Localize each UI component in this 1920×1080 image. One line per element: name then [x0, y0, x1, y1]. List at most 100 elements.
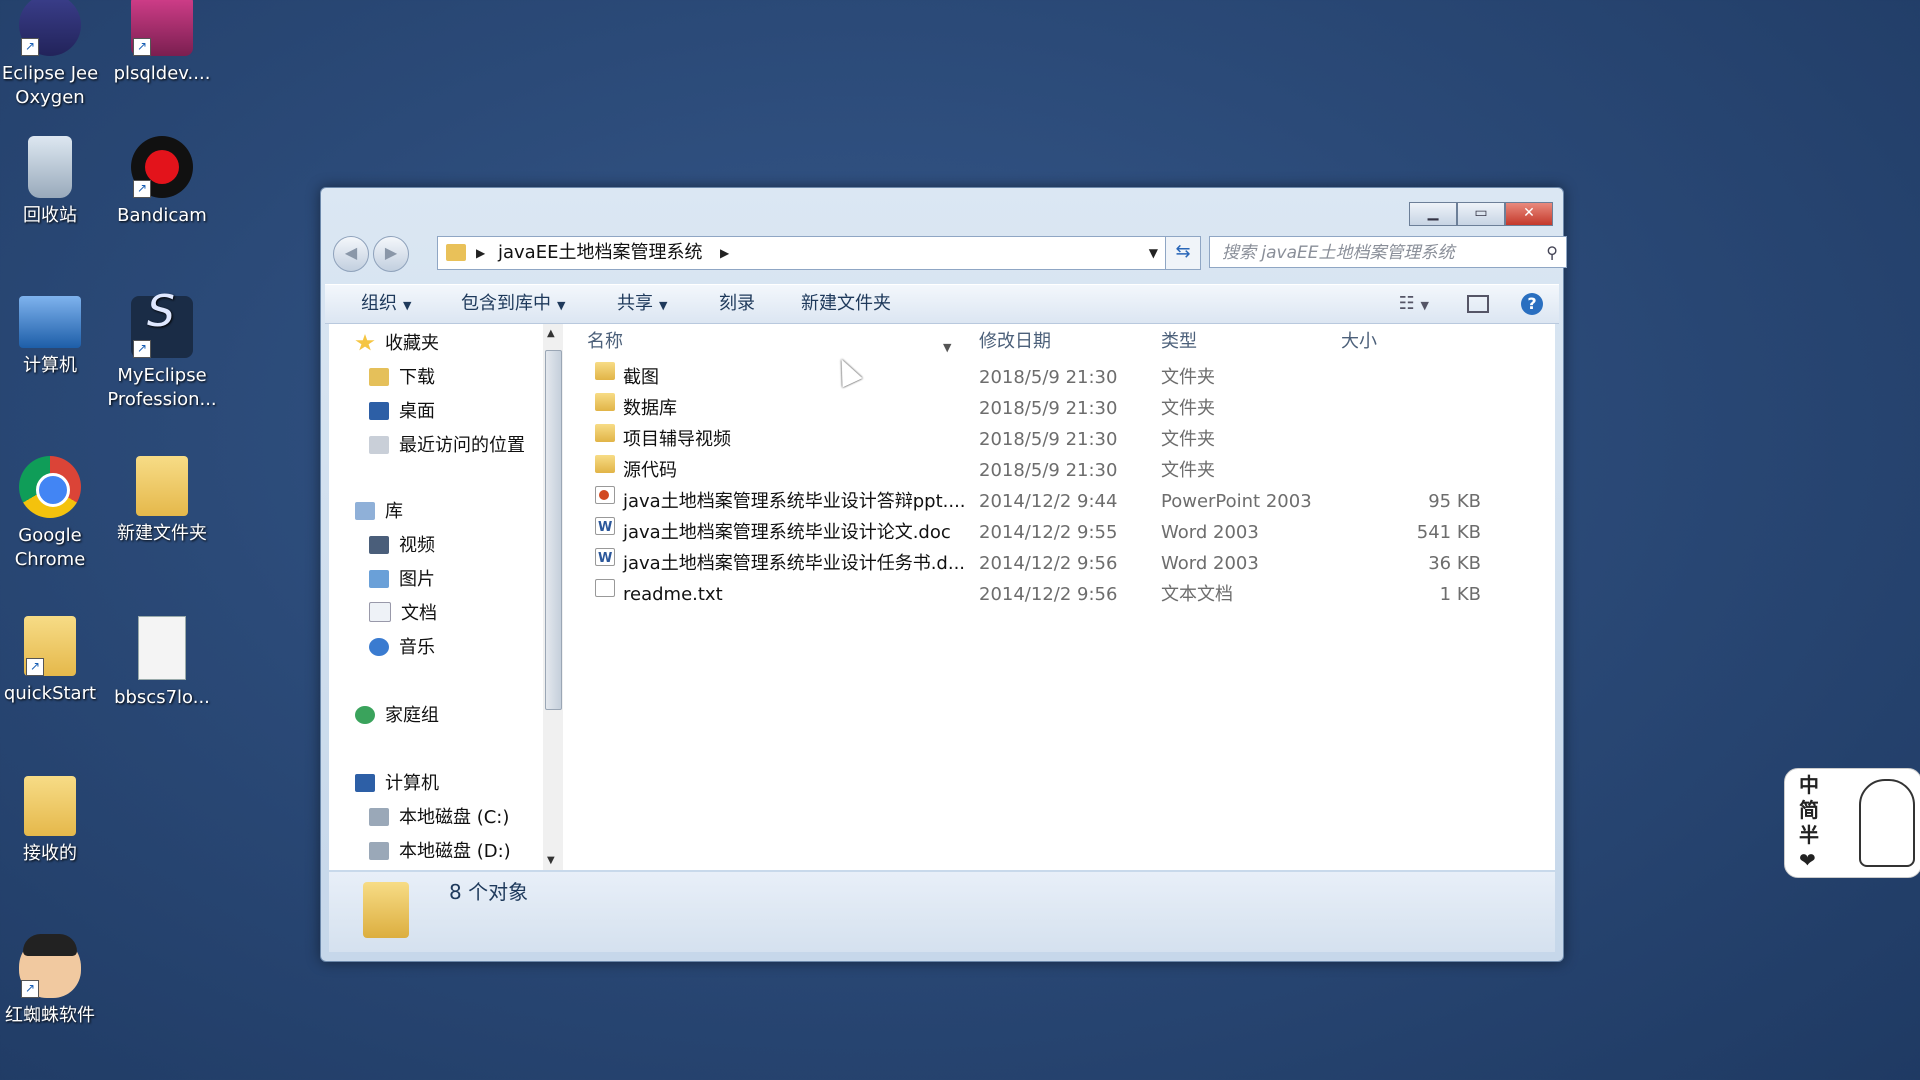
file-name: 数据库 [623, 398, 677, 419]
maximize-button[interactable]: ▭ [1457, 202, 1505, 226]
nav-documents[interactable]: 文档 [369, 602, 437, 626]
column-header-name[interactable]: 名称 [587, 330, 623, 354]
file-row[interactable]: 截图 2018/5/9 21:30 文件夹 [565, 362, 1555, 393]
help-icon[interactable]: ? [1521, 293, 1543, 315]
scrollbar-thumb[interactable] [545, 350, 562, 710]
folder-icon [136, 456, 188, 516]
breadcrumb-arrow-icon[interactable]: ▶ [476, 237, 485, 269]
back-button[interactable]: ◀ [333, 236, 369, 272]
column-header-size[interactable]: 大小 [1341, 330, 1377, 354]
file-modified: 2018/5/9 21:30 [979, 398, 1118, 419]
file-row[interactable]: java土地档案管理系统毕业设计论文.doc 2014/12/2 9:55 Word… [565, 512, 1555, 548]
nav-pictures[interactable]: 图片 [369, 568, 435, 592]
share-button[interactable]: 共享 ▼ [617, 285, 667, 325]
sort-dropdown-icon[interactable]: ▼ [943, 336, 951, 360]
column-header-type[interactable]: 类型 [1161, 330, 1197, 354]
nav-drive-d[interactable]: 本地磁盘 (D:) [369, 840, 511, 864]
folder-icon [595, 362, 615, 380]
desktop-icon-new-folder[interactable]: 新建文件夹 [106, 456, 218, 546]
change-view-button[interactable]: ☷ ▼ [1399, 285, 1429, 325]
file-size: 541 KB [1416, 522, 1481, 543]
desktop-icon-eclipse[interactable]: ↗ Eclipse Jee Oxygen [0, 0, 106, 110]
folder-icon [595, 393, 615, 411]
desktop-icon-label: plsqldev.... [113, 63, 211, 84]
file-row[interactable]: java土地档案管理系统毕业设计答辩ppt.... 2014/12/2 9:44 P… [565, 486, 1555, 517]
file-row[interactable]: 项目辅导视频 2018/5/9 21:30 文件夹 [565, 424, 1555, 455]
nav-videos[interactable]: 视频 [369, 534, 435, 558]
desktop-icon-bandicam[interactable]: ↗ Bandicam [106, 136, 218, 228]
burn-button[interactable]: 刻录 [719, 285, 755, 323]
plsql-icon: ↗ [131, 0, 193, 56]
powerpoint-file-icon [595, 486, 615, 504]
include-in-library-button[interactable]: 包含到库中 ▼ [461, 285, 565, 325]
file-type: 文件夹 [1161, 429, 1215, 450]
file-row[interactable]: java土地档案管理系统毕业设计任务书.d... 2014/12/2 9:56 Wo… [565, 543, 1555, 579]
breadcrumb-item[interactable]: javaEE土地档案管理系统 [498, 237, 702, 269]
scroll-down-icon[interactable]: ▼ [547, 855, 555, 866]
desktop-icon-computer[interactable]: 计算机 [0, 296, 106, 378]
nav-drive-c[interactable]: 本地磁盘 (C:) [369, 806, 509, 830]
desktop-icon-received[interactable]: 接收的 [0, 776, 106, 866]
forward-button[interactable]: ▶ [373, 236, 409, 272]
desktop-icon-bbscs7[interactable]: bbscs7lo... [106, 616, 218, 710]
file-modified: 2014/12/2 9:55 [979, 522, 1118, 543]
nav-homegroup[interactable]: 家庭组 [355, 704, 439, 728]
minimize-button[interactable]: ▁ [1409, 202, 1457, 226]
nav-music[interactable]: 音乐 [369, 636, 435, 660]
breadcrumb-arrow-icon[interactable]: ▶ [720, 237, 729, 269]
preview-pane-button[interactable] [1467, 295, 1489, 313]
desktop-icon [369, 402, 389, 420]
file-type: Word 2003 [1161, 522, 1259, 543]
cartoon-character-icon [1859, 779, 1915, 867]
address-bar[interactable]: ▶ javaEE土地档案管理系统 ▶ ▼ [437, 236, 1167, 270]
close-button[interactable]: ✕ [1505, 202, 1553, 226]
nav-computer[interactable]: 计算机 [355, 772, 439, 796]
file-modified: 2018/5/9 21:30 [979, 367, 1118, 388]
search-icon[interactable]: ⚲ [1546, 237, 1558, 269]
scroll-up-icon[interactable]: ▲ [547, 328, 555, 339]
desktop-icon-myeclipse[interactable]: ↗ MyEclipse Profession... [106, 296, 218, 412]
file-row[interactable]: 源代码 2018/5/9 21:30 文件夹 [565, 455, 1555, 486]
desktop-icon-label: Bandicam [117, 205, 207, 226]
nav-libraries[interactable]: 库 [355, 500, 403, 524]
desktop-icon-label: Google Chrome [14, 525, 86, 570]
desktop-icon-plsqldev[interactable]: ↗ plsqldev.... [106, 0, 218, 86]
desktop-icon-label: 回收站 [23, 205, 77, 226]
desktop-icon-recycle-bin[interactable]: 回收站 [0, 136, 106, 228]
column-header-modified[interactable]: 修改日期 [979, 330, 1051, 354]
recycle-bin-icon [28, 136, 72, 198]
file-type: PowerPoint 2003 [1161, 491, 1312, 512]
desktop-icon-label: 接收的 [23, 843, 77, 864]
nav-desktop[interactable]: 桌面 [369, 400, 435, 424]
nav-scrollbar[interactable]: ▲ ▼ [543, 324, 563, 870]
explorer-content: 收藏夹 下载 桌面 最近访问的位置 库 视频 图片 文档 音乐 家庭组 计算机 … [329, 324, 1555, 870]
file-type: 文件夹 [1161, 460, 1215, 481]
desktop-icon-label: 红蜘蛛软件 [5, 1005, 95, 1026]
organize-button[interactable]: 组织 ▼ [361, 285, 411, 325]
input-method-widget[interactable]: 中简半 ❤ [1784, 768, 1920, 878]
file-modified: 2014/12/2 9:56 [979, 553, 1118, 574]
recent-places-icon [369, 436, 389, 454]
file-list: 名称 ▼ 修改日期 类型 大小 截图 2018/5/9 21:30 文件夹 数据库 20… [565, 324, 1555, 870]
folder-icon: ↗ [24, 616, 76, 676]
file-name: java土地档案管理系统毕业设计答辩ppt.... [623, 491, 966, 512]
folder-icon [24, 776, 76, 836]
new-folder-button[interactable]: 新建文件夹 [801, 285, 891, 323]
file-row[interactable]: 数据库 2018/5/9 21:30 文件夹 [565, 393, 1555, 424]
video-icon [369, 536, 389, 554]
desktop-icon-red-spider[interactable]: ↗ 红蜘蛛软件 [0, 934, 106, 1028]
file-modified: 2018/5/9 21:30 [979, 460, 1118, 481]
refresh-button[interactable]: ⇆ [1165, 236, 1201, 270]
nav-favorites[interactable]: 收藏夹 [355, 332, 439, 356]
downloads-icon [369, 368, 389, 386]
file-name: 截图 [623, 367, 659, 388]
nav-recent[interactable]: 最近访问的位置 [369, 434, 525, 458]
address-dropdown-icon[interactable]: ▼ [1149, 237, 1158, 269]
desktop-icon-quickstart[interactable]: ↗ quickStart [0, 616, 106, 706]
nav-downloads[interactable]: 下载 [369, 366, 435, 390]
desktop-icon-label: 新建文件夹 [117, 523, 207, 544]
file-name: readme.txt [623, 584, 723, 605]
desktop-icon-chrome[interactable]: Google Chrome [0, 456, 106, 572]
search-input[interactable]: 搜索 javaEE土地档案管理系统 ⚲ [1209, 236, 1567, 268]
file-row[interactable]: readme.txt 2014/12/2 9:56 文本文档 1 KB [565, 579, 1555, 610]
